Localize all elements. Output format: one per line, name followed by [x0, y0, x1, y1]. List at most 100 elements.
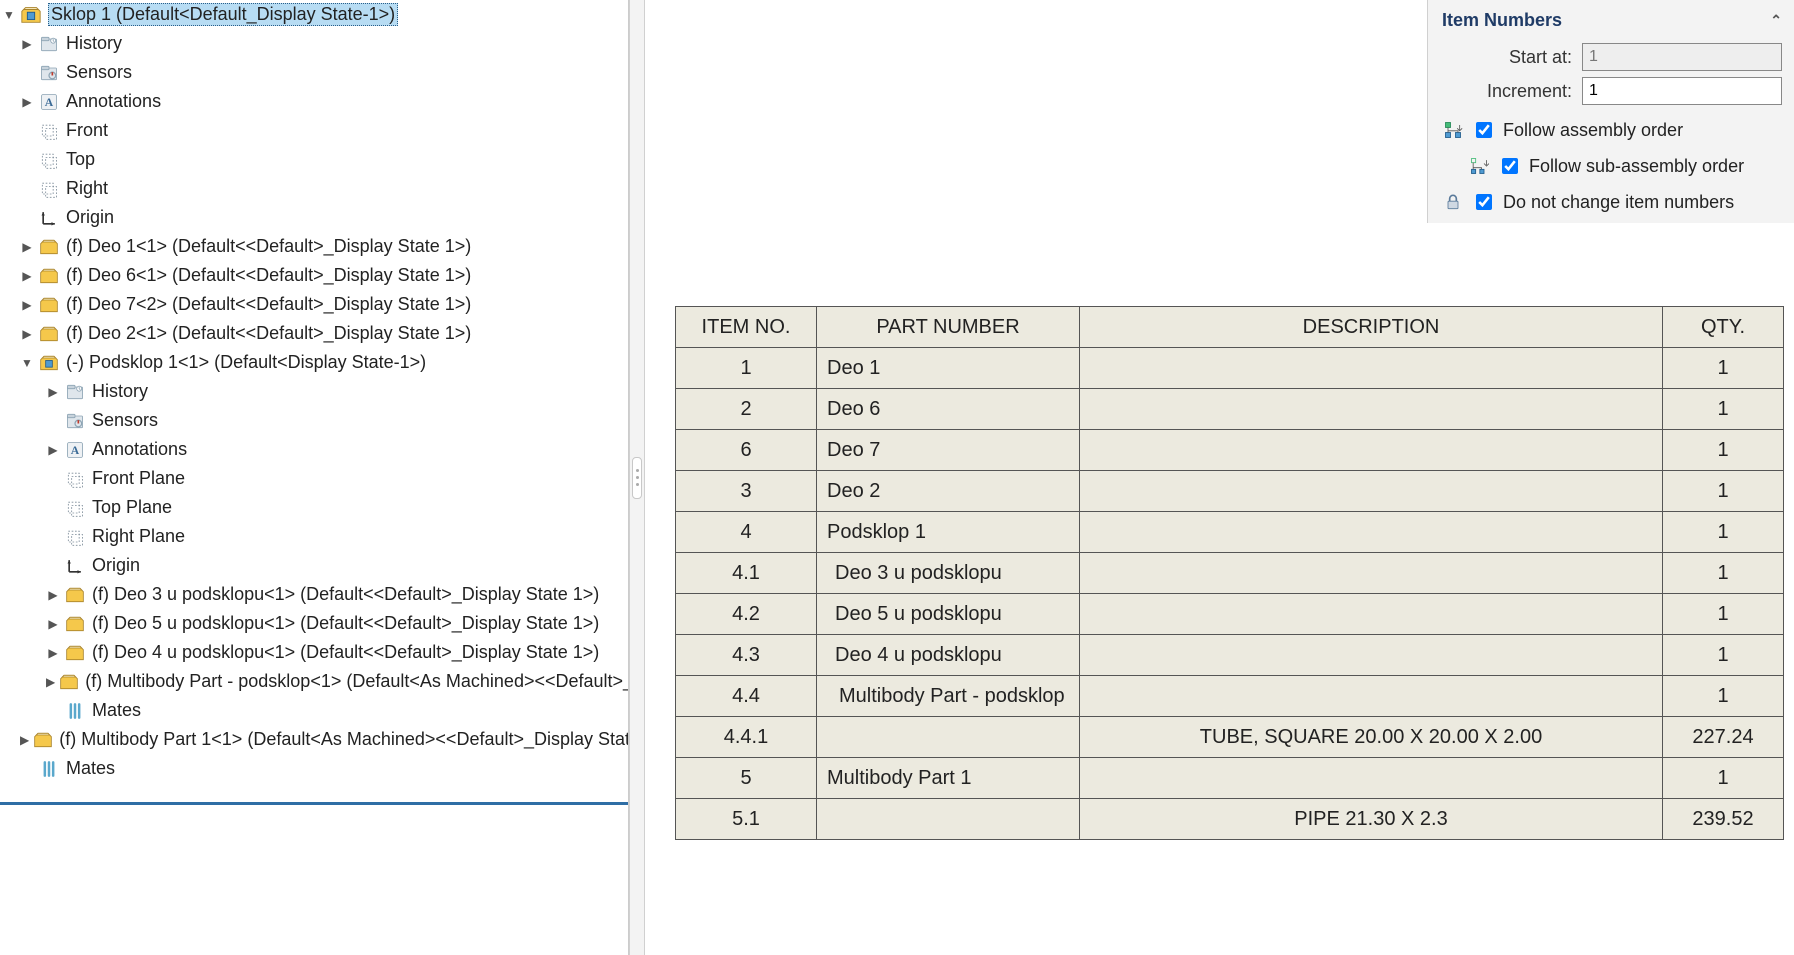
expander-icon[interactable]: ▶	[46, 443, 60, 457]
table-cell[interactable]: 1	[1663, 512, 1784, 553]
table-cell[interactable]: 4.4	[676, 676, 817, 717]
expander-icon[interactable]: ▶	[46, 588, 60, 602]
table-cell[interactable]: Deo 1	[817, 348, 1080, 389]
table-row[interactable]: 4.3Deo 4 u podsklopu 1	[676, 635, 1784, 676]
table-cell[interactable]: 4	[676, 512, 817, 553]
table-cell[interactable]: Deo 6	[817, 389, 1080, 430]
follow-assembly-checkbox[interactable]	[1476, 122, 1492, 138]
tree-root[interactable]: ▼ Sklop 1 (Default<Default_Display State…	[0, 0, 628, 29]
table-cell[interactable]	[1080, 348, 1663, 389]
expander-icon[interactable]: ▶	[20, 298, 34, 312]
table-row[interactable]: 4Podsklop 1 1	[676, 512, 1784, 553]
expander-icon[interactable]: ▶	[20, 327, 34, 341]
table-cell[interactable]: 4.3	[676, 635, 817, 676]
table-cell[interactable]: Multibody Part - podsklop	[817, 676, 1080, 717]
tree-item[interactable]: ▶Annotations	[0, 435, 628, 464]
table-cell[interactable]	[1080, 594, 1663, 635]
table-cell[interactable]: 5.1	[676, 799, 817, 840]
expander-icon[interactable]: ▼	[2, 8, 16, 22]
table-cell[interactable]	[1080, 471, 1663, 512]
tree-item[interactable]: ▶Mates	[0, 696, 628, 725]
table-cell[interactable]: 239.52	[1663, 799, 1784, 840]
table-cell[interactable]: 1	[676, 348, 817, 389]
table-cell[interactable]: PIPE 21.30 X 2.3	[1080, 799, 1663, 840]
tree-item[interactable]: ▶Front Plane	[0, 464, 628, 493]
expander-icon[interactable]: ▶	[46, 675, 55, 689]
expander-icon[interactable]: ▼	[20, 356, 34, 370]
table-cell[interactable]: 4.2	[676, 594, 817, 635]
follow-subassembly-label[interactable]: Follow sub-assembly order	[1529, 156, 1744, 177]
follow-assembly-label[interactable]: Follow assembly order	[1503, 120, 1683, 141]
expander-icon[interactable]: ▶	[20, 733, 29, 747]
tree-item[interactable]: ▶Origin	[0, 203, 628, 232]
table-row[interactable]: 3Deo 2 1	[676, 471, 1784, 512]
table-row[interactable]: 5.1 PIPE 21.30 X 2.3239.52	[676, 799, 1784, 840]
tree-item[interactable]: ▶History	[0, 29, 628, 58]
table-cell[interactable]: 1	[1663, 676, 1784, 717]
table-cell[interactable]	[1080, 430, 1663, 471]
table-cell[interactable]: 227.24	[1663, 717, 1784, 758]
tree-item[interactable]: ▶Front	[0, 116, 628, 145]
tree-item[interactable]: ▶(f) Deo 2<1> (Default<<Default>_Display…	[0, 319, 628, 348]
expander-icon[interactable]: ▶	[20, 269, 34, 283]
tree-item[interactable]: ▶(f) Multibody Part 1<1> (Default<As Mac…	[0, 725, 628, 754]
tree-item[interactable]: ▶Top Plane	[0, 493, 628, 522]
table-cell[interactable]: Deo 4 u podsklopu	[817, 635, 1080, 676]
table-row[interactable]: 4.4Multibody Part - podsklop 1	[676, 676, 1784, 717]
lock-item-numbers-label[interactable]: Do not change item numbers	[1503, 192, 1734, 213]
table-cell[interactable]: Deo 7	[817, 430, 1080, 471]
expander-icon[interactable]: ▶	[46, 385, 60, 399]
tree-item[interactable]: ▶Sensors	[0, 406, 628, 435]
table-cell[interactable]: 6	[676, 430, 817, 471]
table-cell[interactable]: 1	[1663, 471, 1784, 512]
table-cell[interactable]: Podsklop 1	[817, 512, 1080, 553]
table-cell[interactable]: Deo 2	[817, 471, 1080, 512]
bom-table[interactable]: ITEM NO. PART NUMBER DESCRIPTION QTY. 1D…	[675, 306, 1784, 840]
table-cell[interactable]: 3	[676, 471, 817, 512]
table-cell[interactable]: Deo 5 u podsklopu	[817, 594, 1080, 635]
collapse-icon[interactable]: ⌃	[1770, 12, 1782, 29]
table-cell[interactable]	[1080, 635, 1663, 676]
table-row[interactable]: 1Deo 11	[676, 348, 1784, 389]
table-cell[interactable]	[1080, 389, 1663, 430]
splitter-handle[interactable]	[629, 0, 645, 955]
tree-item[interactable]: ▶(f) Multibody Part - podsklop<1> (Defau…	[0, 667, 628, 696]
table-cell[interactable]	[817, 717, 1080, 758]
table-cell[interactable]	[1080, 758, 1663, 799]
table-cell[interactable]: 1	[1663, 758, 1784, 799]
tree-item[interactable]: ▶Mates	[0, 754, 628, 783]
table-cell[interactable]: 1	[1663, 635, 1784, 676]
panel-header[interactable]: Item Numbers ⌃	[1442, 6, 1782, 37]
table-cell[interactable]	[817, 799, 1080, 840]
table-cell[interactable]: 1	[1663, 594, 1784, 635]
tree-item[interactable]: ▶Right Plane	[0, 522, 628, 551]
increment-input[interactable]	[1582, 77, 1782, 105]
table-row[interactable]: 4.1Deo 3 u podsklopu1	[676, 553, 1784, 594]
table-row[interactable]: 2Deo 61	[676, 389, 1784, 430]
tree-item[interactable]: ▶Right	[0, 174, 628, 203]
expander-icon[interactable]: ▶	[20, 95, 34, 109]
table-cell[interactable]: TUBE, SQUARE 20.00 X 20.00 X 2.00	[1080, 717, 1663, 758]
expander-icon[interactable]: ▶	[46, 617, 60, 631]
tree-item[interactable]: ▶(f) Deo 6<1> (Default<<Default>_Display…	[0, 261, 628, 290]
table-cell[interactable]: 2	[676, 389, 817, 430]
table-row[interactable]: 6Deo 7 1	[676, 430, 1784, 471]
table-cell[interactable]	[1080, 512, 1663, 553]
table-cell[interactable]	[1080, 676, 1663, 717]
tree-item[interactable]: ▶Origin	[0, 551, 628, 580]
tree-item[interactable]: ▶History	[0, 377, 628, 406]
table-cell[interactable]: 5	[676, 758, 817, 799]
table-cell[interactable]: 1	[1663, 430, 1784, 471]
table-row[interactable]: 4.4.1 TUBE, SQUARE 20.00 X 20.00 X 2.0022…	[676, 717, 1784, 758]
tree-item[interactable]: ▶(f) Deo 1<1> (Default<<Default>_Display…	[0, 232, 628, 261]
table-row[interactable]: 5Multibody Part 11	[676, 758, 1784, 799]
tree-item[interactable]: ▶Annotations	[0, 87, 628, 116]
table-cell[interactable]	[1080, 553, 1663, 594]
table-cell[interactable]: 4.4.1	[676, 717, 817, 758]
tree-item[interactable]: ▶Sensors	[0, 58, 628, 87]
tree-item[interactable]: ▼(-) Podsklop 1<1> (Default<Display Stat…	[0, 348, 628, 377]
tree-item[interactable]: ▶(f) Deo 5 u podsklopu<1> (Default<<Defa…	[0, 609, 628, 638]
tree-item[interactable]: ▶(f) Deo 7<2> (Default<<Default>_Display…	[0, 290, 628, 319]
table-cell[interactable]: 1	[1663, 553, 1784, 594]
lock-item-numbers-checkbox[interactable]	[1476, 194, 1492, 210]
